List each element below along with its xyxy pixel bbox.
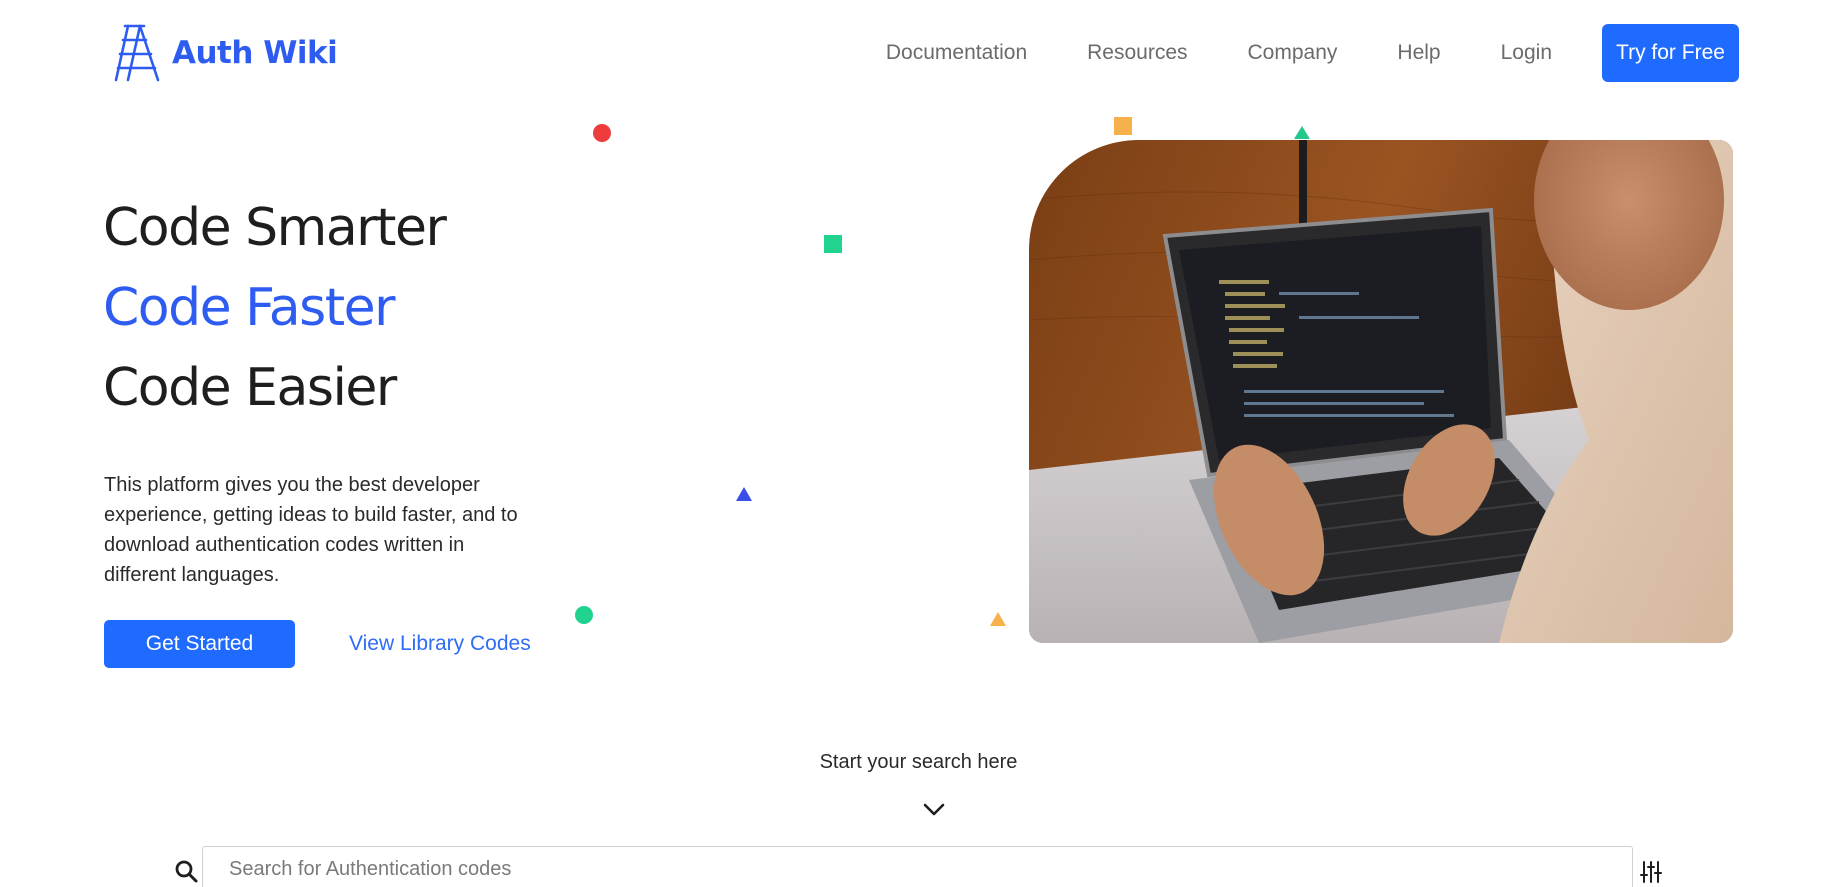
decorative-green-square xyxy=(824,235,842,253)
decorative-green-dot xyxy=(575,606,593,624)
brand-logo[interactable]: Auth Wiki xyxy=(112,24,338,82)
decorative-orange-triangle xyxy=(990,612,1006,626)
search-hint: Start your search here xyxy=(819,751,1018,773)
search-icon[interactable] xyxy=(174,859,198,883)
nav-company[interactable]: Company xyxy=(1248,41,1338,65)
decorative-blue-triangle xyxy=(736,487,752,501)
decorative-red-dot xyxy=(593,124,611,142)
main-nav: Documentation Resources Company Help Log… xyxy=(886,24,1739,82)
try-for-free-button[interactable]: Try for Free xyxy=(1602,24,1739,82)
headline-line-2: Code Faster xyxy=(103,278,396,338)
nav-documentation[interactable]: Documentation xyxy=(886,41,1027,65)
search-input[interactable] xyxy=(202,846,1633,887)
brand-name: Auth Wiki xyxy=(172,35,338,71)
nav-login[interactable]: Login xyxy=(1501,41,1552,65)
hero-image xyxy=(1029,140,1733,643)
nav-resources[interactable]: Resources xyxy=(1087,41,1187,65)
nav-help[interactable]: Help xyxy=(1397,41,1440,65)
decorative-green-triangle xyxy=(1294,126,1310,139)
sliders-icon[interactable] xyxy=(1640,860,1662,884)
hero-description: This platform gives you the best develop… xyxy=(104,474,518,586)
decorative-orange-square xyxy=(1114,117,1132,135)
ladder-icon xyxy=(114,24,160,82)
get-started-button[interactable]: Get Started xyxy=(104,620,295,668)
chevron-down-icon[interactable] xyxy=(922,800,946,820)
laptop-coding-photo xyxy=(1029,140,1733,643)
view-library-codes-link[interactable]: View Library Codes xyxy=(349,632,531,656)
headline-line-3: Code Easier xyxy=(103,358,397,418)
headline-line-1: Code Smarter xyxy=(103,198,447,258)
